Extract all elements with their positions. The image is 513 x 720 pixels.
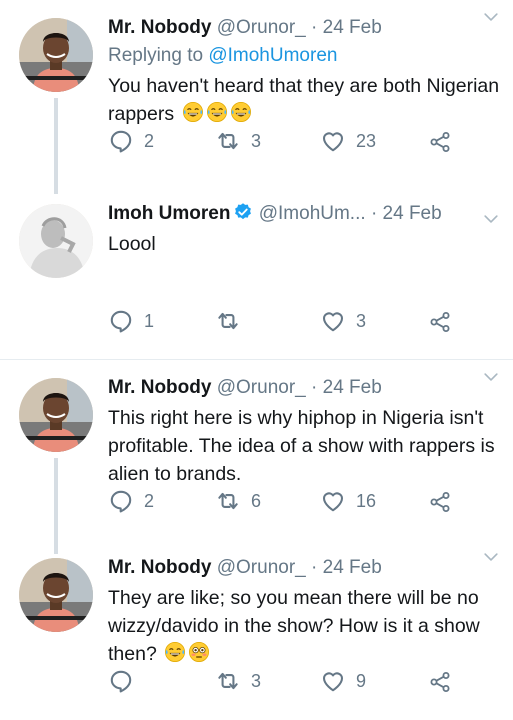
heart-icon (320, 488, 346, 514)
tweet[interactable]: Mr. Nobody @Orunor_ · 24 Feb This right … (0, 360, 513, 540)
share-icon (428, 670, 452, 694)
like-count: 23 (356, 130, 377, 151)
share-icon (428, 490, 452, 514)
display-name[interactable]: Imoh Umoren (108, 203, 230, 224)
replying-to-label: Replying to (108, 45, 204, 66)
share-icon (428, 130, 452, 154)
retweet-count: 3 (251, 130, 262, 151)
reply-icon (108, 308, 134, 334)
thread-line (54, 458, 58, 540)
heart-icon (320, 128, 346, 154)
timestamp[interactable]: · 24 Feb (311, 17, 382, 38)
like-count: 9 (356, 670, 367, 691)
timestamp[interactable]: · 24 Feb (311, 377, 382, 398)
reply-button[interactable]: 1 (108, 308, 154, 334)
handle[interactable]: @Orunor_ (217, 377, 306, 398)
retweet-icon (215, 488, 241, 514)
avatar[interactable] (19, 378, 93, 452)
handle[interactable]: @ImohUm... (259, 203, 366, 224)
replying-to: Replying to @ImohUmoren (108, 42, 505, 70)
tweet-text-content: Loool (108, 233, 156, 255)
thread-line (54, 540, 58, 554)
heart-icon (320, 308, 346, 334)
mention-link[interactable]: @ImohUmoren (208, 45, 337, 66)
thread-line (54, 98, 58, 180)
share-button[interactable] (428, 670, 452, 694)
tweet-header: Mr. Nobody @Orunor_ · 24 Feb (108, 14, 505, 42)
share-icon (428, 310, 452, 334)
retweet-count: 3 (251, 670, 262, 691)
retweet-icon (215, 668, 241, 694)
timestamp[interactable]: · 24 Feb (311, 557, 382, 578)
tweet-text-content: You haven't heard that they are both Nig… (108, 75, 500, 125)
reply-count: 2 (144, 490, 155, 511)
like-button[interactable]: 23 (320, 128, 376, 154)
timestamp[interactable]: · 24 Feb (371, 203, 442, 224)
share-button[interactable] (428, 310, 452, 334)
flushed-face-emoji-icon (188, 641, 210, 663)
share-button[interactable] (428, 490, 452, 514)
like-button[interactable]: 9 (320, 668, 366, 694)
tweet-text: Loool (108, 230, 505, 258)
tweet[interactable]: Mr. Nobody @Orunor_ · 24 Feb They are li… (0, 540, 513, 720)
avatar[interactable] (19, 558, 93, 632)
reply-button[interactable]: 2 (108, 488, 154, 514)
tweet-header: Imoh Umoren @ImohUm... · 24 Feb (108, 200, 505, 228)
retweet-button[interactable]: 3 (215, 128, 261, 154)
handle[interactable]: @Orunor_ (217, 557, 306, 578)
like-button[interactable]: 16 (320, 488, 376, 514)
like-count: 16 (356, 490, 377, 511)
tears-of-joy-emoji-icon (206, 101, 228, 123)
retweet-icon (215, 128, 241, 154)
reply-button[interactable] (108, 668, 144, 694)
retweet-count: 6 (251, 490, 262, 511)
tweet-text-content: This right here is why hiphop in Nigeria… (108, 407, 495, 485)
tweet-header: Mr. Nobody @Orunor_ · 24 Feb (108, 554, 505, 582)
reply-button[interactable]: 2 (108, 128, 154, 154)
like-button[interactable]: 3 (320, 308, 366, 334)
share-button[interactable] (428, 130, 452, 154)
retweet-button[interactable]: 3 (215, 668, 261, 694)
tears-of-joy-emoji-icon (182, 101, 204, 123)
thread-line (54, 180, 58, 194)
retweet-button[interactable]: 6 (215, 488, 261, 514)
tweet-text: You haven't heard that they are both Nig… (108, 72, 505, 128)
tears-of-joy-emoji-icon (230, 101, 252, 123)
display-name[interactable]: Mr. Nobody (108, 377, 211, 398)
heart-icon (320, 668, 346, 694)
tweet-text: They are like; so you mean there will be… (108, 584, 505, 668)
retweet-button[interactable] (215, 308, 251, 334)
tweet[interactable]: Mr. Nobody @Orunor_ · 24 Feb Replying to… (0, 0, 513, 180)
reply-count: 2 (144, 130, 155, 151)
display-name[interactable]: Mr. Nobody (108, 557, 211, 578)
tweet[interactable]: Imoh Umoren @ImohUm... · 24 Feb Loool 1 … (0, 180, 513, 360)
reply-icon (108, 668, 134, 694)
handle[interactable]: @Orunor_ (217, 17, 306, 38)
tweet-text: This right here is why hiphop in Nigeria… (108, 404, 505, 488)
reply-icon (108, 488, 134, 514)
tweet-header: Mr. Nobody @Orunor_ · 24 Feb (108, 374, 505, 402)
avatar[interactable] (19, 18, 93, 92)
reply-icon (108, 128, 134, 154)
tears-of-joy-emoji-icon (164, 641, 186, 663)
reply-count: 1 (144, 310, 155, 331)
retweet-icon (215, 308, 241, 334)
avatar[interactable] (19, 204, 93, 278)
display-name[interactable]: Mr. Nobody (108, 17, 211, 38)
like-count: 3 (356, 310, 367, 331)
verified-badge-icon (233, 202, 253, 222)
